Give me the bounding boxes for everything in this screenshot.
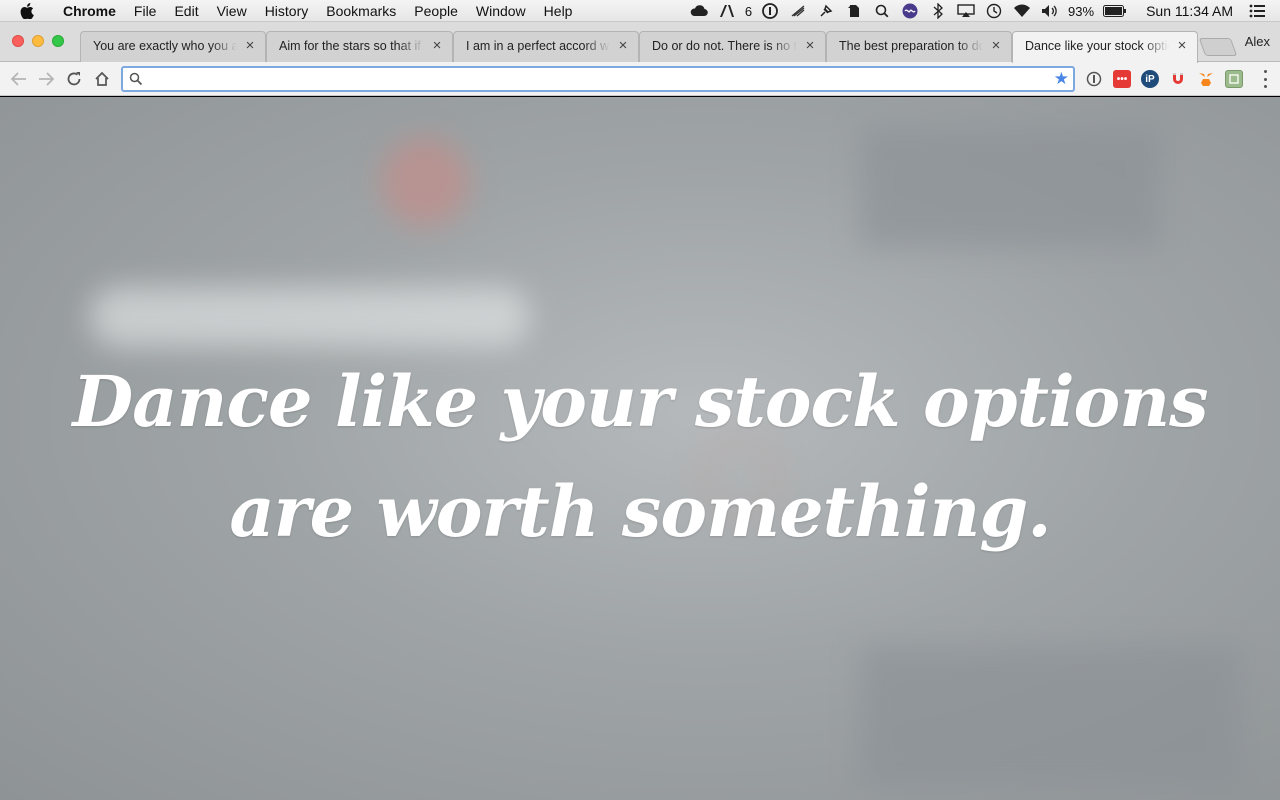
browser-toolbar: ★ ••• iP bbox=[0, 62, 1280, 96]
spotlight-search-icon[interactable] bbox=[873, 3, 891, 19]
tab-4[interactable]: Do or do not. There is no try × bbox=[639, 31, 826, 62]
menu-view[interactable]: View bbox=[208, 0, 256, 22]
menu-people[interactable]: People bbox=[405, 0, 467, 22]
battery-icon[interactable] bbox=[1103, 3, 1127, 19]
profile-button[interactable]: Alex bbox=[1245, 34, 1270, 49]
menu-bar: Chrome File Edit View History Bookmarks … bbox=[0, 0, 1280, 22]
battery-percent: 93% bbox=[1068, 3, 1095, 19]
evernote-icon[interactable] bbox=[845, 3, 863, 19]
forward-icon[interactable] bbox=[35, 68, 57, 90]
notification-center-icon[interactable] bbox=[1248, 3, 1266, 19]
tab-strip: You are exactly who you are × Aim for th… bbox=[0, 22, 1280, 63]
time-machine-icon[interactable] bbox=[985, 3, 1003, 19]
pin-icon[interactable] bbox=[817, 3, 835, 19]
tab-title: Dance like your stock options bbox=[1025, 39, 1169, 53]
reload-icon[interactable] bbox=[63, 68, 85, 90]
new-tab-button[interactable] bbox=[1198, 38, 1238, 56]
chrome-menu-icon[interactable] bbox=[1262, 70, 1268, 88]
tab-title: Do or do not. There is no try bbox=[652, 39, 797, 53]
extension-instapaper-icon[interactable]: iP bbox=[1141, 70, 1159, 88]
tab-2[interactable]: Aim for the stars so that if × bbox=[266, 31, 453, 62]
volume-icon[interactable] bbox=[1041, 3, 1059, 19]
back-icon[interactable] bbox=[8, 68, 30, 90]
tab-1[interactable]: You are exactly who you are × bbox=[80, 31, 266, 62]
status-area: 6 93% Sun 11:34 AM bbox=[685, 0, 1280, 22]
tab-title: You are exactly who you are bbox=[93, 39, 237, 53]
quote-line-2: are worth something. bbox=[229, 470, 1051, 553]
menu-help[interactable]: Help bbox=[535, 0, 582, 22]
tab-close-icon[interactable]: × bbox=[430, 38, 444, 53]
wifi-icon[interactable] bbox=[1013, 3, 1031, 19]
tab-3[interactable]: I am in a perfect accord with × bbox=[453, 31, 639, 62]
quote-line-1: Dance like your stock options bbox=[72, 360, 1208, 443]
tab-5[interactable]: The best preparation to do × bbox=[826, 31, 1012, 62]
tab-close-icon[interactable]: × bbox=[803, 38, 817, 53]
home-icon[interactable] bbox=[91, 68, 113, 90]
adobe-count: 6 bbox=[744, 3, 753, 19]
background-whiteboard-highlight bbox=[90, 287, 530, 347]
bluetooth-icon[interactable] bbox=[929, 3, 947, 19]
extension-page-icon[interactable] bbox=[1225, 70, 1243, 88]
extension-metamask-icon[interactable] bbox=[1197, 70, 1215, 88]
clock[interactable]: Sun 11:34 AM bbox=[1146, 3, 1233, 19]
menu-history[interactable]: History bbox=[256, 0, 318, 22]
extension-1password-icon[interactable] bbox=[1085, 70, 1103, 88]
tab-title: Aim for the stars so that if bbox=[279, 39, 421, 53]
tab-close-icon[interactable]: × bbox=[243, 38, 257, 53]
extension-magnet-icon[interactable] bbox=[1169, 70, 1187, 88]
menu-bookmarks[interactable]: Bookmarks bbox=[317, 0, 405, 22]
cloud-icon[interactable] bbox=[690, 3, 708, 19]
window-minimize-button[interactable] bbox=[32, 35, 44, 47]
airplay-icon[interactable] bbox=[957, 3, 975, 19]
background-handwriting-top bbox=[860, 127, 1160, 247]
page-content: Dance like your stock options are worth … bbox=[0, 97, 1280, 800]
tab-title: I am in a perfect accord with bbox=[466, 39, 610, 53]
window-maximize-button[interactable] bbox=[52, 35, 64, 47]
address-input[interactable] bbox=[149, 70, 1029, 88]
tab-close-icon[interactable]: × bbox=[1175, 38, 1189, 53]
siri-icon[interactable] bbox=[901, 3, 919, 19]
bookmark-star-icon[interactable]: ★ bbox=[1054, 69, 1069, 89]
tab-title: The best preparation to do bbox=[839, 39, 983, 53]
background-handwriting-bottom bbox=[860, 647, 1240, 787]
window-close-button[interactable] bbox=[12, 35, 24, 47]
address-bar[interactable]: ★ bbox=[121, 66, 1075, 92]
apple-icon[interactable] bbox=[18, 2, 36, 20]
menu-window[interactable]: Window bbox=[467, 0, 535, 22]
extension-lastpass-icon[interactable]: ••• bbox=[1113, 70, 1131, 88]
adobe-icon[interactable] bbox=[718, 3, 736, 19]
password-manager-icon[interactable] bbox=[761, 3, 779, 19]
tab-6-active[interactable]: Dance like your stock options × bbox=[1012, 31, 1198, 63]
signal-icon[interactable] bbox=[789, 3, 807, 19]
menu-app-name[interactable]: Chrome bbox=[54, 0, 125, 22]
quote-text: Dance like your stock options are worth … bbox=[40, 347, 1240, 567]
tab-close-icon[interactable]: × bbox=[616, 38, 630, 53]
background-red-marker bbox=[380, 137, 470, 227]
search-icon bbox=[129, 72, 143, 86]
menu-file[interactable]: File bbox=[125, 0, 166, 22]
menu-edit[interactable]: Edit bbox=[165, 0, 207, 22]
tab-close-icon[interactable]: × bbox=[989, 38, 1003, 53]
